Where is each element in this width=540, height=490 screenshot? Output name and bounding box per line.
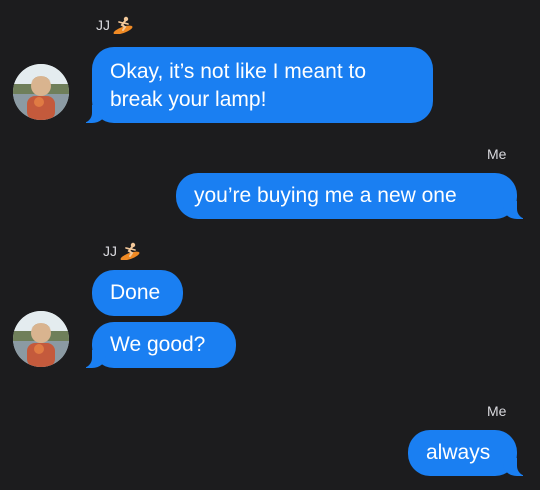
message-line: Okay, it’s not like I meant to: [110, 60, 366, 83]
message-text: Done: [110, 281, 161, 304]
avatar-jj-1[interactable]: [13, 64, 69, 120]
sender-name-me: Me: [487, 146, 507, 162]
message-bubble-5[interactable]: always: [408, 430, 531, 476]
sender-name-jj: JJ: [96, 16, 134, 34]
sender-name-me: Me: [487, 403, 507, 419]
message-bubble-2[interactable]: you’re buying me a new one: [176, 173, 531, 219]
message-text: you’re buying me a new one: [194, 184, 457, 207]
sender-name-jj: JJ: [103, 242, 141, 260]
contact-photo: [13, 64, 69, 120]
message-text: Okay, it’s not like I meant to break you…: [110, 58, 415, 114]
sender-name-label: JJ: [96, 17, 110, 33]
message-line: break your lamp!: [110, 88, 267, 111]
surfer-icon: [113, 16, 133, 34]
surfer-icon: [120, 242, 140, 260]
message-bubble-1[interactable]: Okay, it’s not like I meant to break you…: [78, 47, 433, 123]
message-bubble-4[interactable]: We good?: [78, 322, 236, 368]
sender-name-label: JJ: [103, 243, 117, 259]
contact-photo: [13, 311, 69, 367]
message-text: We good?: [110, 333, 206, 356]
avatar-jj-2[interactable]: [13, 311, 69, 367]
message-text: always: [426, 441, 491, 464]
message-bubble-3[interactable]: Done: [92, 270, 183, 316]
